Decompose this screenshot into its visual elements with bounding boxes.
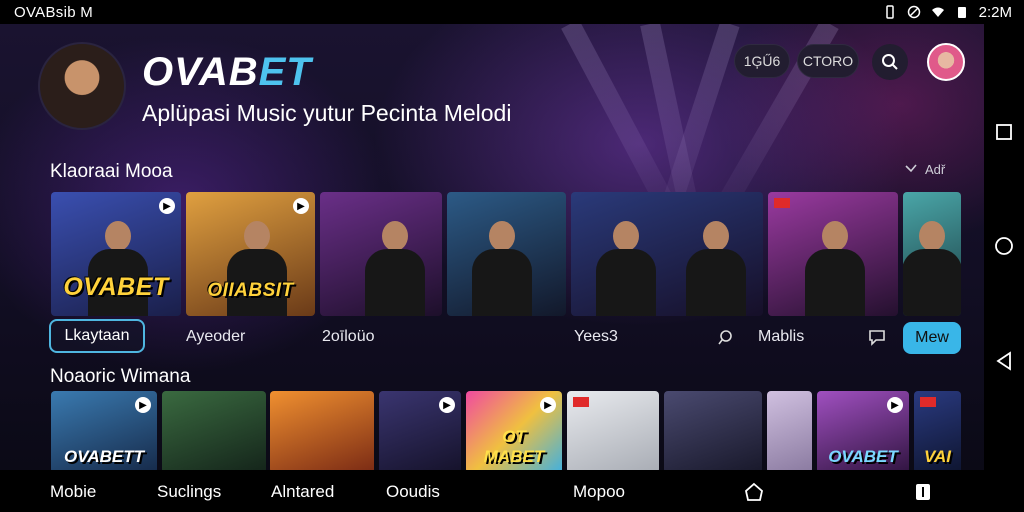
search-icon bbox=[882, 54, 898, 70]
comment-icon[interactable] bbox=[868, 328, 886, 346]
album-card[interactable]: ▶ OVABET bbox=[51, 192, 181, 316]
artist-figure bbox=[591, 221, 661, 316]
live-badge bbox=[774, 198, 790, 208]
album-card-label: OVABET bbox=[828, 447, 898, 466]
recents-icon[interactable] bbox=[995, 123, 1013, 141]
artist-figure bbox=[903, 221, 961, 316]
play-icon: ▶ bbox=[135, 397, 151, 413]
clock: 2:2M bbox=[978, 3, 1012, 21]
play-icon: ▶ bbox=[887, 397, 903, 413]
tab-settings[interactable]: Suclings bbox=[157, 482, 221, 502]
album-card[interactable] bbox=[768, 192, 898, 316]
app-logo: OVABET bbox=[142, 50, 312, 94]
section-title-featured: Klaoraai Mooa bbox=[50, 161, 173, 182]
album-card-small[interactable]: ▶ OT MABET bbox=[466, 391, 562, 470]
album-card-small[interactable] bbox=[162, 391, 266, 470]
album-card-label: OIIABSIT bbox=[207, 280, 294, 301]
tagline: Aplüpasi Music yutur Pecinta Melodi bbox=[142, 100, 512, 126]
live-badge bbox=[920, 397, 936, 407]
header-pill-2[interactable]: CTORO bbox=[797, 44, 859, 78]
album-card-small[interactable] bbox=[567, 391, 659, 470]
album-card-small[interactable] bbox=[767, 391, 812, 470]
artist-avatar bbox=[38, 42, 126, 130]
tab-map[interactable]: Mopoo bbox=[573, 482, 625, 502]
album-card-small[interactable]: ▶ bbox=[379, 391, 461, 470]
artist-figure bbox=[360, 221, 430, 316]
album-card[interactable] bbox=[903, 192, 961, 316]
back-icon[interactable] bbox=[995, 351, 1013, 371]
profile-tab-icon[interactable] bbox=[914, 482, 932, 502]
album-card-label: OT MABET bbox=[483, 427, 545, 466]
album-card-small[interactable]: ▶ OVABETT bbox=[51, 391, 157, 470]
status-icons: 2:2M bbox=[883, 4, 1012, 21]
search-button[interactable] bbox=[872, 44, 908, 80]
album-card-small[interactable] bbox=[270, 391, 374, 470]
section-title-popular: Noaoric Wimana bbox=[50, 366, 191, 387]
category-label[interactable]: 2oīloüo bbox=[322, 320, 375, 354]
do-not-disturb-icon bbox=[907, 5, 920, 19]
album-card[interactable] bbox=[320, 192, 442, 316]
wifi-icon bbox=[931, 7, 944, 17]
status-bar: OVABsib M 2:2M bbox=[0, 0, 1024, 24]
category-chip-selected[interactable]: Lkaytaan bbox=[49, 319, 145, 353]
album-card-label: OVABETT bbox=[64, 447, 144, 466]
album-card-small[interactable] bbox=[664, 391, 762, 470]
tab-featured[interactable]: Alntared bbox=[271, 482, 334, 502]
play-icon: ▶ bbox=[293, 198, 309, 214]
album-card-small[interactable]: ▶ OVABET bbox=[817, 391, 909, 470]
search-small-icon[interactable] bbox=[717, 328, 735, 346]
play-icon: ▶ bbox=[159, 198, 175, 214]
artist-figure bbox=[681, 221, 751, 316]
live-badge bbox=[573, 397, 589, 407]
bottom-tab-bar: Mobie Suclings Alntared Ooudis Mopoo bbox=[0, 470, 1024, 512]
home-tab-icon[interactable] bbox=[744, 482, 764, 502]
artist-figure bbox=[800, 221, 870, 316]
user-avatar[interactable] bbox=[927, 43, 965, 81]
album-card-label: OVABET bbox=[63, 273, 169, 301]
tab-audio[interactable]: Ooudis bbox=[386, 482, 440, 502]
carrier-label: OVABsib M bbox=[14, 3, 94, 21]
battery-icon bbox=[957, 7, 966, 18]
home-icon[interactable] bbox=[994, 236, 1014, 256]
chevron-icon bbox=[905, 163, 917, 172]
tab-mobile[interactable]: Mobie bbox=[50, 482, 96, 502]
album-card[interactable] bbox=[447, 192, 566, 316]
album-card[interactable]: ▶ OIIABSIT bbox=[186, 192, 315, 316]
album-card-label: VAI bbox=[923, 447, 952, 466]
play-icon: ▶ bbox=[439, 397, 455, 413]
see-all-link[interactable]: Adř bbox=[905, 162, 945, 177]
album-card-small[interactable]: VAI bbox=[914, 391, 961, 470]
category-label[interactable]: Yees3 bbox=[574, 320, 618, 354]
album-card[interactable] bbox=[571, 192, 763, 316]
header-pill-1[interactable]: 1ĢŰ6 bbox=[734, 44, 790, 78]
app-window: OVABET Aplüpasi Music yutur Pecinta Melo… bbox=[0, 24, 984, 470]
artist-figure bbox=[467, 221, 537, 316]
menu-button[interactable]: Mew bbox=[903, 322, 961, 354]
vibrate-icon bbox=[885, 5, 894, 19]
category-label[interactable]: Ayeoder bbox=[186, 320, 245, 354]
play-icon: ▶ bbox=[540, 397, 556, 413]
system-nav-bar bbox=[984, 24, 1024, 470]
category-label[interactable]: Mablis bbox=[758, 320, 804, 354]
